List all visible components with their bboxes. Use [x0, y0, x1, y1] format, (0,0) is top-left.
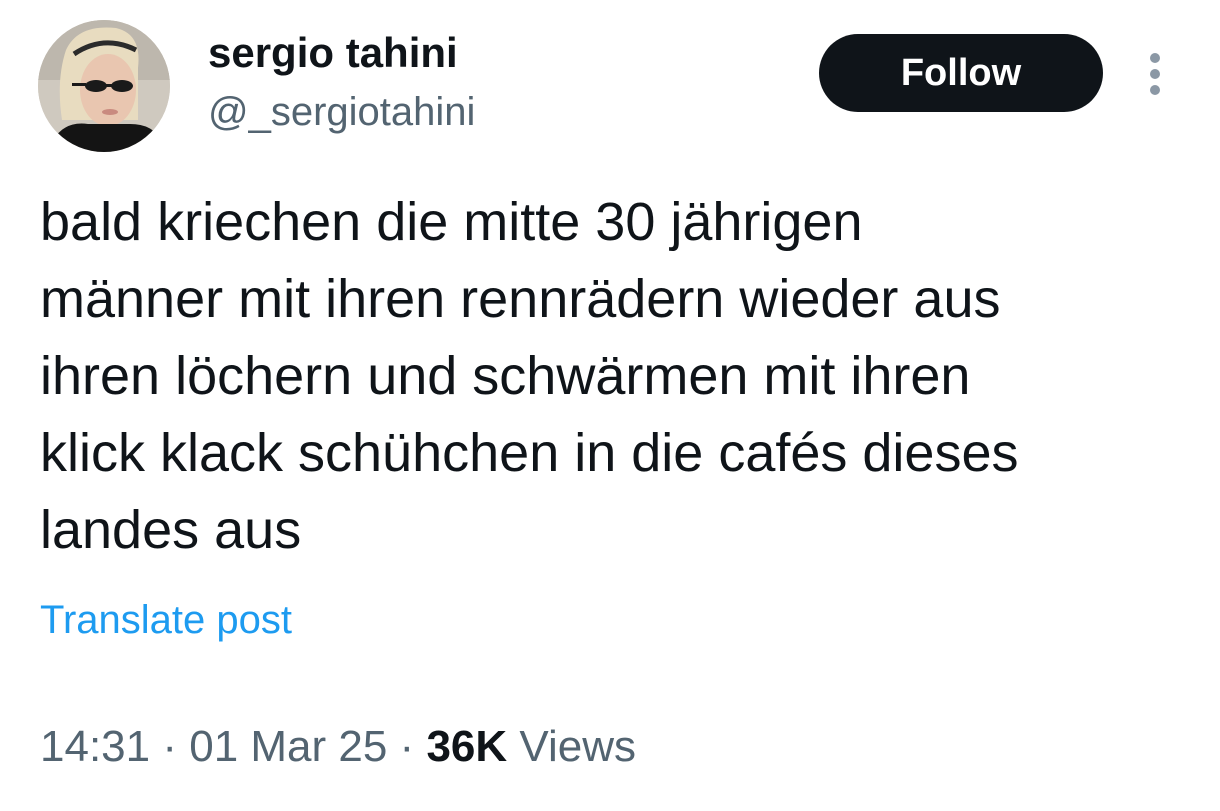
author-display-name[interactable]: sergio tahini — [208, 28, 458, 78]
views-label: Views — [519, 722, 636, 771]
meta-separator: · — [150, 722, 190, 771]
post-text: bald kriechen die mitte 30 jährigen männ… — [40, 192, 1019, 560]
avatar[interactable] — [38, 20, 170, 152]
post-time[interactable]: 14:31 — [40, 722, 150, 771]
translate-post-link[interactable]: Translate post — [40, 596, 292, 644]
profile-photo — [38, 20, 170, 152]
views-count: 36K — [426, 722, 508, 771]
follow-button[interactable]: Follow — [819, 34, 1103, 112]
vertical-ellipsis-icon[interactable] — [1138, 50, 1172, 98]
meta-separator: · — [387, 722, 427, 771]
post-meta: 14:31 · 01 Mar 25 · 36K Views — [40, 720, 636, 774]
author-handle[interactable]: @_sergiotahini — [208, 88, 475, 136]
post-date[interactable]: 01 Mar 25 — [189, 722, 387, 771]
